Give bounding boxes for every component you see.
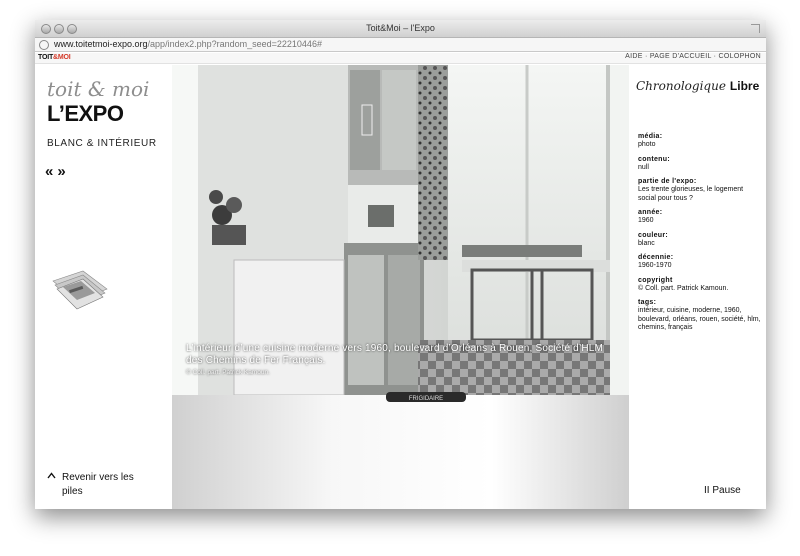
browser-window: Toit&Moi – l'Expo www.toitetmoi-expo.org… bbox=[35, 20, 766, 509]
mode-chronologique-link[interactable]: Chronologique bbox=[636, 79, 726, 93]
kitchen-photo: FRIGIDAIRE bbox=[172, 65, 629, 509]
site-logo[interactable]: TOIT&MOI bbox=[38, 54, 71, 61]
caption-credit: © Coll. part. Patrick Kamoun. bbox=[186, 369, 270, 376]
metadata-value: blanc bbox=[638, 239, 655, 247]
fullscreen-icon[interactable] bbox=[751, 24, 760, 33]
metadata-item: tags: intérieur, cuisine, moderne, 1960, … bbox=[638, 299, 762, 333]
nav-separator: · bbox=[642, 53, 650, 60]
nav-aide-link[interactable]: AIDE bbox=[625, 53, 643, 60]
nav-colophon-link[interactable]: COLOPHON bbox=[719, 53, 761, 60]
title-bar: Toit&Moi – l'Expo bbox=[35, 20, 766, 38]
metadata-label: couleur: bbox=[638, 231, 669, 239]
chevron-up-icon bbox=[47, 471, 56, 485]
url-path: /app/index2.php?random_seed=22210446# bbox=[147, 39, 322, 49]
caption-text: L’intérieur d’une cuisine moderne vers 1… bbox=[186, 343, 604, 366]
metadata-value: intérieur, cuisine, moderne, 1960, boule… bbox=[638, 307, 761, 331]
metadata-value: photo bbox=[638, 141, 656, 148]
metadata-label: décennie: bbox=[638, 254, 674, 261]
fridge-brand: FRIGIDAIRE bbox=[409, 396, 443, 402]
metadata-item: contenu: null bbox=[638, 156, 762, 173]
metadata-label: partie de l'expo: bbox=[638, 178, 697, 185]
site-logo-suffix: MOI bbox=[57, 54, 71, 61]
back-to-stacks-label: Revenir vers les piles bbox=[62, 472, 134, 497]
metadata-item: année: 1960 bbox=[638, 209, 762, 226]
url-host: www.toitetmoi-expo.org bbox=[54, 39, 148, 49]
pause-button[interactable]: II Pause bbox=[704, 485, 741, 496]
back-to-stacks-link[interactable]: Revenir vers les piles bbox=[47, 471, 157, 499]
metadata-label: média: bbox=[638, 133, 663, 140]
photo-caption: L’intérieur d’une cuisine moderne vers 1… bbox=[186, 343, 616, 376]
pager: «» bbox=[45, 163, 70, 180]
expo-subtitle: BLANC & INTÉRIEUR bbox=[47, 138, 157, 149]
metadata-label: copyright bbox=[638, 276, 673, 284]
metadata-label: contenu: bbox=[638, 155, 670, 163]
left-panel: toit & moi L’EXPO BLANC & INTÉRIEUR «» R… bbox=[35, 65, 172, 509]
metadata-value: 1960 bbox=[638, 217, 654, 224]
mode-libre-link[interactable]: Libre bbox=[730, 79, 759, 93]
metadata-item: copyright © Coll. part. Patrick Kamoun. bbox=[638, 277, 762, 294]
stack-thumbnail[interactable] bbox=[49, 263, 111, 313]
metadata-item: partie de l'expo: Les trente glorieuses, … bbox=[638, 178, 762, 203]
metadata-value: © Coll. part. Patrick Kamoun. bbox=[638, 284, 729, 292]
right-panel: Chronologique Libre média: photo contenu: n… bbox=[629, 65, 766, 509]
window-title: Toit&Moi – l'Expo bbox=[366, 23, 435, 33]
metadata-value: Les trente glorieuses, le logement socia… bbox=[638, 186, 744, 202]
view-modes: Chronologique Libre bbox=[636, 77, 759, 95]
metadata-label: tags: bbox=[638, 299, 657, 306]
exhibit-photo[interactable]: FRIGIDAIRE L’intérieur d’une cuisine mod… bbox=[172, 65, 629, 509]
metadata-value: 1960-1970 bbox=[638, 262, 672, 269]
nav-accueil-link[interactable]: PAGE D'ACCUEIL bbox=[650, 53, 712, 60]
expo-logo-title: L’EXPO bbox=[47, 101, 124, 126]
next-button[interactable]: » bbox=[57, 163, 65, 180]
site-header: TOIT&MOI AIDE · PAGE D'ACCUEIL · COLOPHO… bbox=[35, 53, 766, 64]
url-text[interactable]: www.toitetmoi-expo.org/app/index2.php?ra… bbox=[54, 39, 322, 49]
metadata-value: null bbox=[638, 163, 649, 171]
metadata-label: année: bbox=[638, 209, 663, 216]
site-logo-prefix: TOIT bbox=[38, 54, 54, 61]
metadata-item: média: photo bbox=[638, 133, 762, 150]
nav-separator: · bbox=[711, 53, 719, 60]
globe-icon bbox=[39, 40, 49, 50]
metadata-item: couleur: blanc bbox=[638, 232, 762, 249]
previous-button[interactable]: « bbox=[45, 163, 53, 180]
expo-logo-top: toit & moi bbox=[47, 77, 150, 101]
metadata-list: média: photo contenu: null partie de l'exp… bbox=[638, 133, 762, 339]
top-nav: AIDE · PAGE D'ACCUEIL · COLOPHON bbox=[625, 53, 761, 60]
metadata-item: décennie: 1960-1970 bbox=[638, 254, 762, 271]
address-bar[interactable]: www.toitetmoi-expo.org/app/index2.php?ra… bbox=[35, 38, 766, 52]
